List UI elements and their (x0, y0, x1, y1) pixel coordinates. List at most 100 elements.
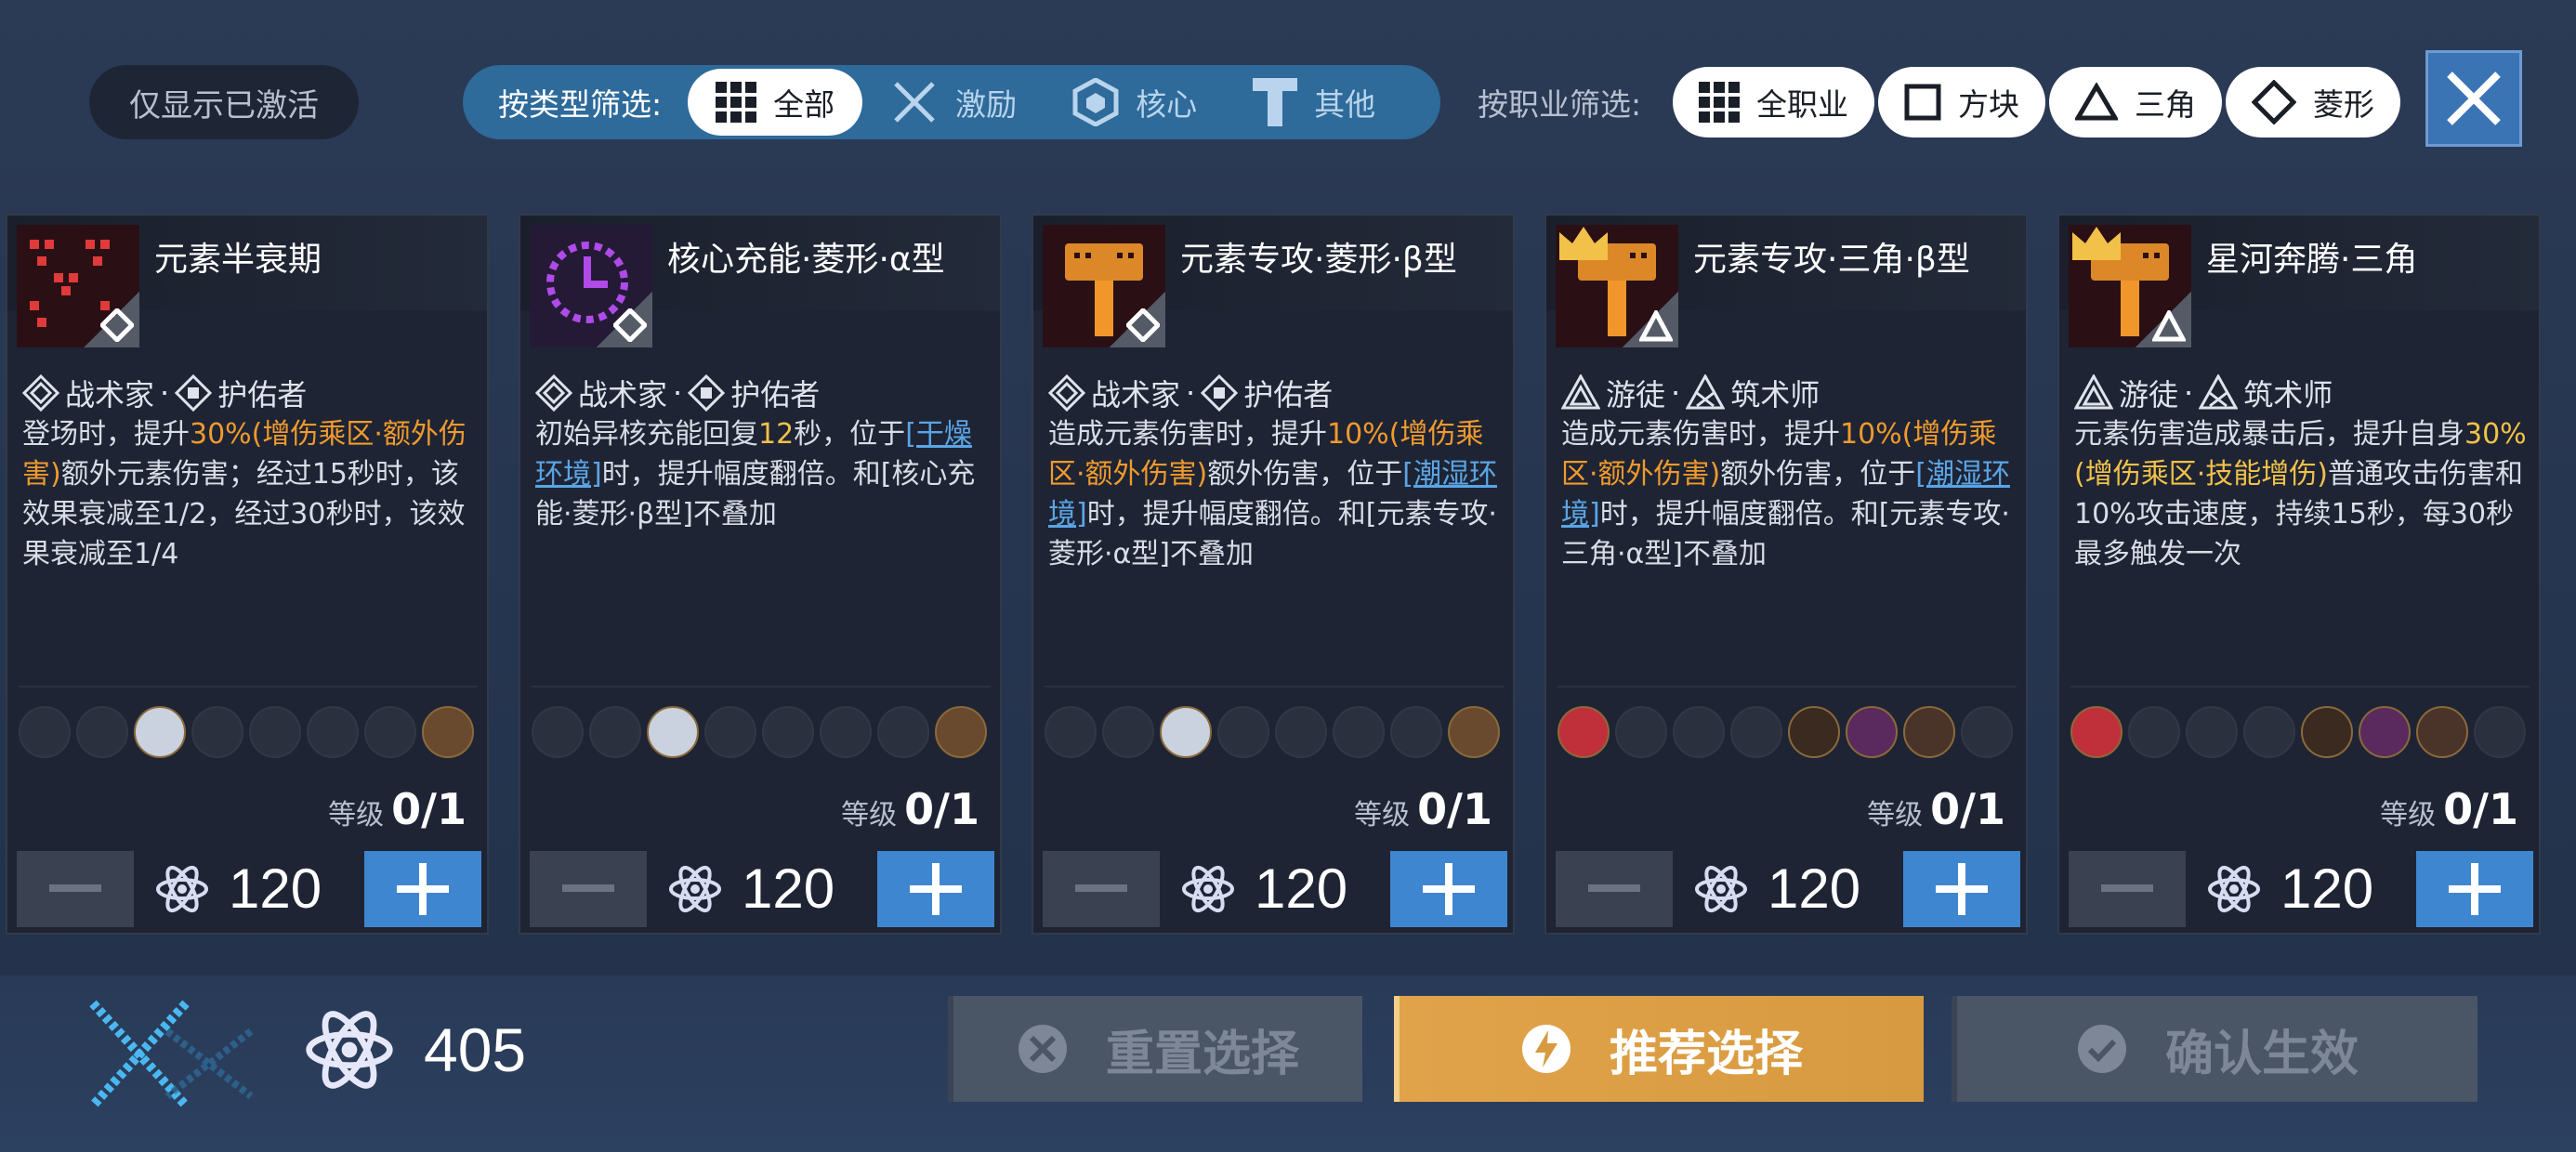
level-value: 0/1 (2443, 784, 2518, 834)
avatar (1333, 706, 1385, 758)
avatar (1673, 706, 1725, 758)
avatar (1846, 706, 1898, 758)
confirm-label: 确认生效 (2164, 1025, 2359, 1082)
recommend-selection-button[interactable]: 推荐选择 (1394, 996, 1924, 1102)
minus-icon (49, 884, 101, 892)
decrease-button[interactable] (17, 851, 134, 927)
level-label: 等级 (1354, 799, 1411, 831)
avatar (1102, 706, 1154, 758)
type-filter-incentive[interactable]: 激励 (862, 69, 1045, 136)
divider (2070, 686, 2530, 687)
lightning-icon (1521, 1025, 1571, 1073)
character-avatars (2070, 706, 2526, 758)
job-filter-triangle-label: 三角 (2135, 86, 2196, 123)
talent-card[interactable]: 元素专攻·菱形·β型 战术家 · 护佑者 造成元素伤害时，提升10%(增伤乘区·额… (1032, 214, 1515, 935)
divider (19, 686, 478, 687)
level-display: 等级 0/1 (328, 784, 467, 834)
decrease-button[interactable] (2069, 851, 2186, 927)
level-display: 等级 0/1 (1354, 784, 1492, 834)
plus-icon (1423, 863, 1475, 915)
card-controls: 120 (1556, 851, 2020, 929)
type-filter-core[interactable]: 核心 (1045, 69, 1225, 136)
avatar (2128, 706, 2180, 758)
cost-value: 120 (229, 857, 322, 920)
decrease-button[interactable] (1556, 851, 1673, 927)
crown-icon (2072, 227, 2121, 260)
type-filter-all[interactable]: 全部 (688, 69, 863, 136)
decrease-button[interactable] (530, 851, 647, 927)
class-name: 筑术师 (1730, 377, 1820, 412)
grid-icon (1699, 82, 1740, 123)
job-filter-all[interactable]: 全职业 (1673, 67, 1874, 137)
card-classes: 游徒 · 筑术师 (2074, 372, 2333, 414)
type-filter-all-label: 全部 (773, 86, 835, 123)
atom-icon (669, 865, 721, 912)
crossed-swords-icon (894, 82, 935, 123)
decrease-button[interactable] (1043, 851, 1160, 927)
type-filter-label: 按类型筛选: (498, 86, 663, 123)
avatar (2243, 706, 2295, 758)
level-display: 等级 0/1 (2380, 784, 2518, 834)
level-display: 等级 0/1 (1867, 784, 2005, 834)
triangle-icon (1639, 310, 1673, 342)
avatar (1448, 706, 1500, 758)
crossed-swords-emblem-icon (84, 994, 269, 1119)
class-name: 护佑者 (730, 377, 821, 412)
talent-card[interactable]: 元素半衰期 战术家 · 护佑者 登场时，提升30%(增伤乘区·额外伤害)额外元素伤… (6, 214, 489, 935)
talent-card[interactable]: 核心充能·菱形·α型 战术家 · 护佑者 初始异核充能回复12秒，位于[干燥环境]… (519, 214, 1002, 935)
guardian-icon (1201, 374, 1239, 412)
tactician-icon (22, 374, 59, 412)
card-controls: 120 (17, 851, 481, 929)
avatar (704, 706, 756, 758)
avatar (1390, 706, 1442, 758)
level-label: 等级 (841, 799, 898, 831)
talent-card[interactable]: 元素专攻·三角·β型 游徒 · 筑术师 造成元素伤害时，提升10%(增伤乘区·额外… (1544, 214, 2028, 935)
confirm-button[interactable]: 确认生效 (1952, 996, 2477, 1102)
square-icon (1904, 84, 1941, 121)
avatar (76, 706, 128, 758)
reset-selection-label: 重置选择 (1105, 1025, 1299, 1082)
reset-selection-button[interactable]: 重置选择 (948, 996, 1362, 1102)
avatar (1217, 706, 1269, 758)
only-active-toggle[interactable]: 仅显示已激活 (89, 65, 359, 139)
talent-icon-axe (1556, 225, 1678, 347)
type-filter-other-label: 其他 (1314, 86, 1376, 123)
card-classes: 战术家 · 护佑者 (1048, 372, 1333, 414)
card-controls: 120 (1043, 851, 1507, 929)
job-filter-triangle[interactable]: 三角 (2049, 67, 2222, 137)
job-filter-all-label: 全职业 (1756, 86, 1848, 123)
card-controls: 120 (530, 851, 994, 929)
avatar (134, 706, 186, 758)
increase-button[interactable] (364, 851, 481, 927)
type-filter-other[interactable]: 其他 (1225, 69, 1403, 136)
avatar (1557, 706, 1610, 758)
triangle-icon (2152, 310, 2186, 342)
card-title: 元素专攻·菱形·β型 (1180, 241, 1457, 279)
talent-card[interactable]: 星河奔腾·三角 游徒 · 筑术师 元素伤害造成暴击后，提升自身30%(增伤乘区·技… (2057, 214, 2541, 935)
increase-button[interactable] (2416, 851, 2533, 927)
divider (1045, 686, 1504, 687)
job-filter-diamond[interactable]: 菱形 (2226, 67, 2400, 137)
crown-icon (1559, 227, 1608, 260)
job-filter-label: 按职业筛选: (1478, 86, 1642, 123)
atom-icon (156, 865, 208, 912)
card-classes: 战术家 · 护佑者 (22, 372, 307, 414)
type-filter-bar: 按类型筛选: 全部 激励 核心 其他 (463, 65, 1440, 139)
increase-button[interactable] (1390, 851, 1507, 927)
card-title: 元素半衰期 (154, 241, 322, 279)
increase-button[interactable] (877, 851, 994, 927)
avatar (935, 706, 987, 758)
class-name: 护佑者 (217, 377, 308, 412)
avatar (2301, 706, 2353, 758)
minus-icon (1588, 884, 1640, 892)
close-button[interactable] (2425, 50, 2522, 147)
character-avatars (19, 706, 474, 758)
job-filter-square[interactable]: 方块 (1878, 67, 2045, 137)
grid-icon (716, 82, 757, 123)
increase-button[interactable] (1903, 851, 2020, 927)
avatar (1615, 706, 1667, 758)
card-description: 登场时，提升30%(增伤乘区·额外伤害)额外元素伤害；经过15秒时，该效果衰减至… (22, 418, 467, 570)
wanderer-icon (2074, 374, 2113, 410)
atom-icon (1695, 865, 1747, 912)
level-value: 0/1 (1417, 784, 1492, 834)
